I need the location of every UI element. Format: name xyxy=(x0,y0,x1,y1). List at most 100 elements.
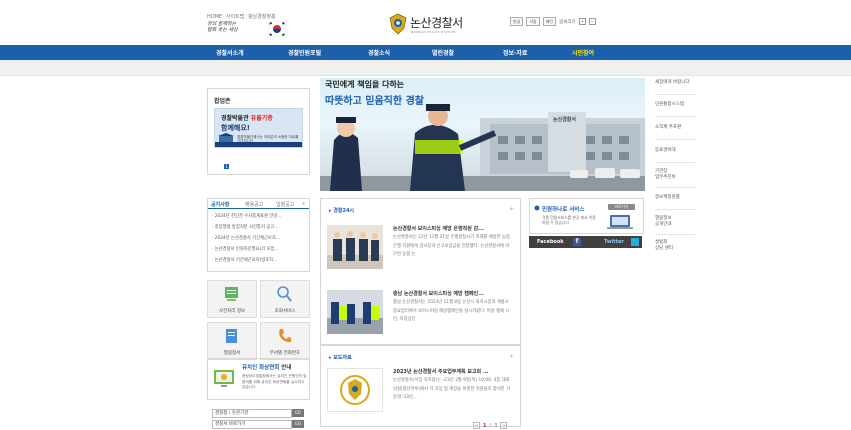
press-thumbnail xyxy=(327,368,383,412)
lookup-service-button[interactable]: 조회서비스 xyxy=(260,280,310,318)
right-link-divider xyxy=(655,209,695,210)
pattern-select[interactable]: 패턴 xyxy=(542,17,557,26)
popup-page-indicator[interactable]: 1 xyxy=(224,164,229,169)
pager-prev-button[interactable]: < xyxy=(473,422,480,429)
news-more-button[interactable]: + xyxy=(509,206,514,213)
case-info-label: 사건처리 정보 xyxy=(218,309,246,314)
press-headline[interactable]: 2023년 논산경찰서 주요업무계획 보고회 ... xyxy=(393,368,489,375)
right-link-divider xyxy=(655,187,695,188)
agency-select[interactable]: 경찰청 / 유관기관 xyxy=(212,409,292,418)
phone-directory-button[interactable]: 부서별 전화번호 xyxy=(260,322,310,360)
provincial-police-link[interactable]: 충남경찰청홈 xyxy=(248,14,276,20)
press-more-button[interactable]: + xyxy=(509,353,514,360)
station-go-button[interactable]: GO xyxy=(292,420,304,428)
phone-directory-label: 부서별 전화번호 xyxy=(269,351,301,356)
tab-recruit[interactable]: 채용공고 xyxy=(245,201,263,208)
list-item[interactable]: · 중앙행정 방침처분 사전통지 공고... xyxy=(212,223,281,234)
list-item[interactable]: · 논산경찰서 기간제근로자(방호직... xyxy=(212,256,281,267)
phone-icon xyxy=(277,328,292,344)
station-select[interactable]: 경찰서 바로가기 xyxy=(212,420,292,429)
notice-tabs: 공지사항 채용공고 입찰공고 + xyxy=(208,199,309,209)
right-link-patrol[interactable]: 동료경비대 xyxy=(655,148,703,154)
right-link-suggestions[interactable]: 새집에게 바랍니다 xyxy=(655,80,703,86)
video-visit-desc: 충청남도경찰청에서는 유치인 민원인의 및 편의를 위해 유치인 화상면회를 실… xyxy=(242,374,307,389)
facebook-icon[interactable]: f xyxy=(573,238,581,246)
right-link-bulletin[interactable]: 소직제 추포판 xyxy=(655,125,703,131)
nav-info[interactable]: 정보·자료 xyxy=(503,48,527,57)
sitemap-link[interactable]: 사이트맵 xyxy=(226,14,244,20)
nav-participation[interactable]: 시민참여 xyxy=(572,48,594,57)
civil-service-box: 민원하나로 서비스 바로가기 각종 민원서비스를 한곳 에서 이용하실 수 있습… xyxy=(529,198,644,234)
logo-eng: NONSAN POLICE STATION xyxy=(411,30,456,34)
right-link-divider xyxy=(655,234,695,235)
notice-more-button[interactable]: + xyxy=(302,201,306,207)
civil-service-desc: 각종 민원서비스를 한곳 에서 이용하실 수 있습니다. xyxy=(542,215,596,225)
document-icon xyxy=(224,286,239,302)
news-headline[interactable]: 논산경찰서 보이스피싱 예방 은행직원 감... xyxy=(393,225,484,232)
right-link-counseling[interactable]: 성범죄 상담 센터 xyxy=(655,240,703,252)
nav-about[interactable]: 경찰서소개 xyxy=(216,48,244,57)
bullet-icon xyxy=(534,205,540,211)
hero-banner: 국민에게 책임을 다하는 따뜻하고 믿음직한 경찰 논산경찰서 xyxy=(320,78,645,191)
facebook-label[interactable]: Facebook xyxy=(537,239,564,245)
twitter-icon[interactable] xyxy=(631,238,639,246)
pager-next-button[interactable]: > xyxy=(500,422,508,429)
monitor-icon xyxy=(212,367,238,391)
zoom-out-icon[interactable]: − xyxy=(588,18,596,25)
pager-current: 1 xyxy=(483,422,487,429)
hero-building-sign: 논산경찰서 xyxy=(553,117,577,123)
home-link[interactable]: HOME xyxy=(207,14,222,20)
notice-list: · 2024년 친인친 수사통계표원 안녕... · 중앙행정 방침처분 사전통… xyxy=(212,212,281,267)
site-logo[interactable]: 논산경찰서 NONSAN POLICE STATION xyxy=(388,13,464,37)
magnifier-icon xyxy=(277,286,292,302)
right-link-divider xyxy=(655,116,695,117)
tab-bid[interactable]: 입찰공고 xyxy=(276,201,294,208)
news-body: 논산경찰서는 22년 11월 21일 은행원창사기 피해를 예방한 농협은행 직… xyxy=(393,235,510,257)
list-item[interactable]: · 논산경찰서 인원자문필요(리 모집... xyxy=(212,245,281,256)
news-headline[interactable]: 충남 논산경찰서 보이스피싱 예방 캠페인... xyxy=(393,290,484,297)
news-title: ▸ 경찰24시 xyxy=(329,208,355,214)
view-select[interactable]: 사람 xyxy=(526,17,540,26)
news-thumbnail xyxy=(327,225,383,269)
reading-label: 열람청서 xyxy=(223,351,241,356)
video-visit-banner[interactable]: 유치인 화상면회 안내 충청남도경찰청에서는 유치인 민원인의 및 편의를 위해… xyxy=(207,358,310,400)
header-tools: 한글 사람 패턴 글씨크기 + − xyxy=(510,17,596,26)
popup-title: 팝업존 xyxy=(214,98,231,105)
pager-total: 3 xyxy=(494,422,498,429)
press-body: 논산경찰서(서장 지치봉)는 ›23년 3월 9일(목) 10:00, 3층 대… xyxy=(393,378,511,400)
sub-bar xyxy=(0,60,851,76)
book-icon xyxy=(224,328,239,344)
nav-civil-portal[interactable]: 경찰민원포털 xyxy=(288,48,321,57)
list-item[interactable]: · 2024년 논산경찰서 기간제근로자... xyxy=(212,234,281,245)
right-link-divider xyxy=(655,162,695,163)
twitter-label[interactable]: Twitter xyxy=(604,239,624,245)
banner-line2: 함께해요! xyxy=(221,124,250,132)
language-select[interactable]: 한글 xyxy=(510,17,524,26)
main-nav: 경찰서소개 경찰민원포털 경찰소식 열린경찰 정보·자료 시민참여 xyxy=(0,45,851,60)
font-size-control[interactable]: 글씨크기 xyxy=(559,19,576,25)
right-link-info[interactable]: 정보계정원활 xyxy=(655,195,703,201)
list-item[interactable]: · 2024년 친인친 수사통계표원 안녕... xyxy=(212,212,281,223)
police-badge-icon xyxy=(388,13,408,35)
nav-news[interactable]: 경찰소식 xyxy=(368,48,390,57)
right-link-divider xyxy=(655,139,695,140)
banner-line1: 경찰박물관 유물기증 xyxy=(221,115,273,122)
agency-go-button[interactable]: GO xyxy=(292,409,304,417)
popup-banner[interactable]: 경찰박물관 유물기증 함께해요! 경찰박물관에서는 여러분의 소중한 자료를 기… xyxy=(214,108,303,148)
hero-line1: 국민에게 책임을 다하는 xyxy=(325,80,405,89)
right-link-expense[interactable]: 기관장 업무추진비 xyxy=(655,169,703,181)
press-section: ▸ 보도자료 + 2023년 논산경찰서 주요업무계획 보고회 ... 논산경찰… xyxy=(320,345,521,427)
right-link-civil-system[interactable]: 민원통합시스템 xyxy=(655,102,703,108)
taegukgi-icon xyxy=(267,20,287,38)
reading-button[interactable]: 열람청서 xyxy=(207,322,257,360)
case-info-button[interactable]: 사건처리 정보 xyxy=(207,280,257,318)
right-link-disclosure[interactable]: 열람정보 공개안내 xyxy=(655,216,703,228)
press-title: ▸ 보도자료 xyxy=(329,355,352,361)
nav-open-police[interactable]: 열린경찰 xyxy=(432,48,454,57)
tab-notice[interactable]: 공지사항 xyxy=(211,201,229,208)
zoom-in-icon[interactable]: + xyxy=(578,18,586,25)
news-thumbnail xyxy=(327,290,383,334)
civil-service-title: 민원하나로 서비스 xyxy=(542,207,585,213)
lookup-service-label: 조회서비스 xyxy=(274,309,296,314)
civil-service-go-button[interactable]: 바로가기 xyxy=(608,204,635,210)
